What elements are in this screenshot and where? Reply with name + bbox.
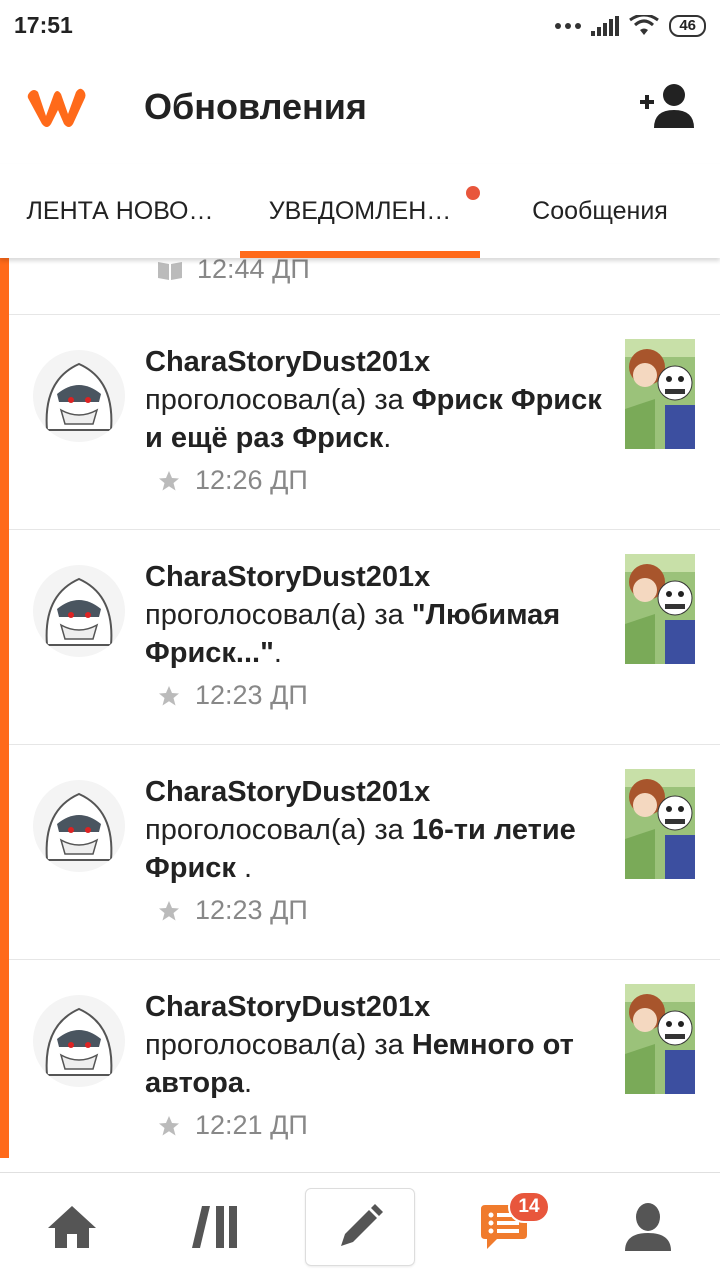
story-cover-thumbnail[interactable]	[625, 554, 695, 664]
item-time: 12:23 ДП	[195, 895, 308, 925]
notification-text: CharaStoryDust201x проголосовал(а) за "Лю…	[145, 558, 605, 672]
suffix: .	[243, 1067, 253, 1099]
item-meta: 12:21 ДП	[157, 1110, 308, 1141]
nav-home[interactable]	[0, 1173, 144, 1280]
list-item[interactable]: CharaStoryDust201x проголосовал(а) за "Лю…	[9, 530, 720, 745]
library-icon	[192, 1206, 237, 1248]
list-item[interactable]: CharaStoryDust201x проголосовал(а) за Нем…	[9, 960, 720, 1172]
username[interactable]: CharaStoryDust201x	[145, 343, 605, 381]
status-bar: 17:51 46	[0, 0, 720, 52]
list-item[interactable]: CharaStoryDust201x проголосовал(а) за Фри…	[9, 315, 720, 530]
notification-text: CharaStoryDust201x проголосовал(а) за Нем…	[145, 988, 605, 1102]
item-time: 12:26 ДП	[195, 465, 308, 495]
avatar[interactable]	[33, 780, 125, 872]
status-time: 17:51	[14, 12, 73, 38]
username[interactable]: CharaStoryDust201x	[145, 988, 605, 1026]
username[interactable]: CharaStoryDust201x	[145, 773, 605, 811]
status-icons: 46	[555, 13, 706, 39]
wattpad-logo[interactable]	[24, 82, 90, 130]
signal-icon	[591, 16, 620, 36]
pencil-icon	[341, 1204, 383, 1246]
action-text: проголосовал(а) за	[145, 384, 412, 416]
notification-text: CharaStoryDust201x проголосовал(а) за 16-…	[145, 773, 605, 887]
item-time: 12:44 ДП	[197, 258, 310, 284]
list-item[interactable]: 12:44 ДП	[9, 258, 720, 315]
tab-news-feed[interactable]: ЛЕНТА НОВО…	[0, 164, 240, 258]
home-icon	[48, 1206, 96, 1248]
star-icon	[159, 470, 179, 490]
item-meta: 12:26 ДП	[157, 465, 308, 496]
item-meta: 12:23 ДП	[157, 895, 308, 926]
notification-text: CharaStoryDust201x проголосовал(а) за Фри…	[145, 343, 605, 457]
more-dots-icon	[555, 23, 582, 29]
profile-icon	[625, 1203, 671, 1251]
wifi-icon	[629, 15, 660, 35]
item-time: 12:21 ДП	[195, 1110, 308, 1140]
tab-notifications[interactable]: УВЕДОМЛЕН…	[240, 164, 480, 258]
avatar[interactable]	[33, 995, 125, 1087]
item-meta: 12:23 ДП	[157, 680, 308, 711]
battery-icon: 46	[669, 15, 706, 37]
list-item[interactable]: CharaStoryDust201x проголосовал(а) за 16-…	[9, 745, 720, 960]
username[interactable]: CharaStoryDust201x	[145, 558, 605, 596]
star-icon	[159, 900, 179, 920]
suffix: .	[244, 852, 253, 884]
avatar[interactable]	[33, 565, 125, 657]
unread-dot	[466, 186, 480, 200]
active-tab-indicator	[240, 251, 480, 258]
action-text: проголосовал(а) за	[145, 1029, 412, 1061]
page-title: Обновления	[144, 86, 367, 127]
action-text: проголосовал(а) за	[145, 599, 412, 631]
story-cover-thumbnail[interactable]	[625, 769, 695, 879]
write-button[interactable]	[305, 1188, 415, 1266]
story-cover-thumbnail[interactable]	[625, 984, 695, 1094]
bottom-nav: 14	[0, 1172, 720, 1280]
app-bar: Обновления	[0, 52, 720, 164]
nav-profile[interactable]	[576, 1173, 720, 1280]
story-cover-thumbnail[interactable]	[625, 339, 695, 449]
suffix: .	[273, 637, 282, 669]
star-icon	[159, 685, 179, 705]
item-meta: 12:44 ДП	[157, 258, 310, 285]
tab-messages[interactable]: Сообщения	[480, 164, 720, 258]
nav-write[interactable]	[288, 1173, 432, 1280]
action-text: проголосовал(а) за	[145, 814, 412, 846]
add-user-icon[interactable]	[640, 82, 696, 130]
notification-count-badge: 14	[508, 1191, 550, 1223]
star-icon	[159, 1115, 179, 1135]
unread-accent-line	[0, 258, 9, 1158]
nav-library[interactable]	[144, 1173, 288, 1280]
tab-bar: ЛЕНТА НОВО… УВЕДОМЛЕН… Сообщения	[0, 164, 720, 258]
notifications-feed[interactable]: 12:44 ДП CharaStoryDust201x проголосовал(…	[0, 258, 720, 1172]
suffix: .	[383, 422, 392, 454]
nav-notifications[interactable]: 14	[432, 1173, 576, 1280]
book-icon	[158, 261, 182, 280]
item-time: 12:23 ДП	[195, 680, 308, 710]
avatar[interactable]	[33, 350, 125, 442]
